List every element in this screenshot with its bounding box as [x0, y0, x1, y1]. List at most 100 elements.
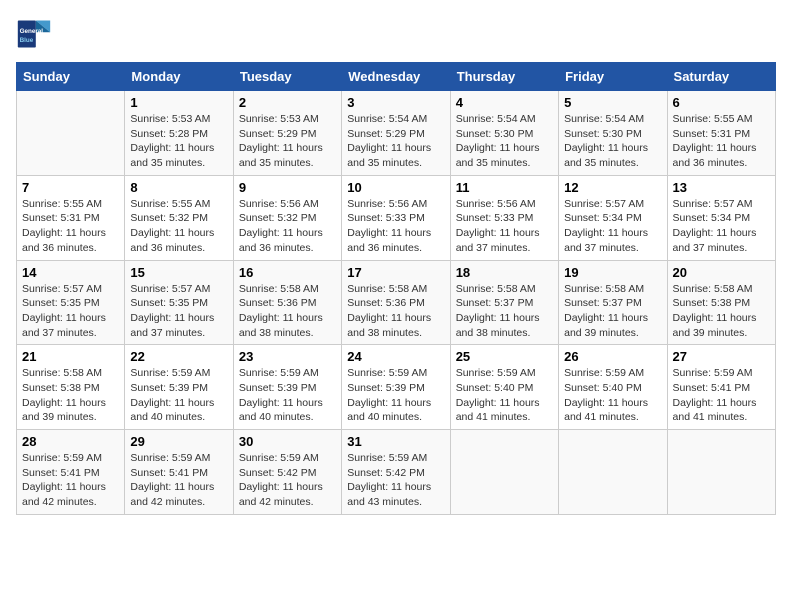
day-number: 27 [673, 349, 770, 364]
calendar-cell [667, 430, 775, 515]
page-header: General Blue [16, 16, 776, 52]
calendar-week-4: 21 Sunrise: 5:58 AM Sunset: 5:38 PM Dayli… [17, 345, 776, 430]
day-info: Sunrise: 5:58 AM Sunset: 5:37 PM Dayligh… [456, 282, 553, 341]
calendar-table: SundayMondayTuesdayWednesdayThursdayFrid… [16, 62, 776, 515]
calendar-cell: 11 Sunrise: 5:56 AM Sunset: 5:33 PM Dayli… [450, 175, 558, 260]
calendar-cell: 20 Sunrise: 5:58 AM Sunset: 5:38 PM Dayli… [667, 260, 775, 345]
day-number: 3 [347, 95, 444, 110]
day-info: Sunrise: 5:59 AM Sunset: 5:39 PM Dayligh… [239, 366, 336, 425]
calendar-week-3: 14 Sunrise: 5:57 AM Sunset: 5:35 PM Dayli… [17, 260, 776, 345]
day-number: 18 [456, 265, 553, 280]
calendar-cell: 10 Sunrise: 5:56 AM Sunset: 5:33 PM Dayli… [342, 175, 450, 260]
day-number: 16 [239, 265, 336, 280]
day-info: Sunrise: 5:55 AM Sunset: 5:31 PM Dayligh… [22, 197, 119, 256]
weekday-header-friday: Friday [559, 63, 667, 91]
weekday-header-saturday: Saturday [667, 63, 775, 91]
day-info: Sunrise: 5:57 AM Sunset: 5:34 PM Dayligh… [564, 197, 661, 256]
day-number: 6 [673, 95, 770, 110]
day-info: Sunrise: 5:56 AM Sunset: 5:32 PM Dayligh… [239, 197, 336, 256]
day-info: Sunrise: 5:59 AM Sunset: 5:39 PM Dayligh… [347, 366, 444, 425]
weekday-header-monday: Monday [125, 63, 233, 91]
day-number: 10 [347, 180, 444, 195]
day-number: 29 [130, 434, 227, 449]
day-number: 26 [564, 349, 661, 364]
day-info: Sunrise: 5:54 AM Sunset: 5:30 PM Dayligh… [456, 112, 553, 171]
day-number: 17 [347, 265, 444, 280]
day-number: 30 [239, 434, 336, 449]
day-info: Sunrise: 5:54 AM Sunset: 5:29 PM Dayligh… [347, 112, 444, 171]
calendar-cell [17, 91, 125, 176]
calendar-cell: 24 Sunrise: 5:59 AM Sunset: 5:39 PM Dayli… [342, 345, 450, 430]
calendar-cell: 3 Sunrise: 5:54 AM Sunset: 5:29 PM Daylig… [342, 91, 450, 176]
day-info: Sunrise: 5:55 AM Sunset: 5:32 PM Dayligh… [130, 197, 227, 256]
calendar-cell: 28 Sunrise: 5:59 AM Sunset: 5:41 PM Dayli… [17, 430, 125, 515]
day-info: Sunrise: 5:59 AM Sunset: 5:42 PM Dayligh… [239, 451, 336, 510]
day-info: Sunrise: 5:53 AM Sunset: 5:28 PM Dayligh… [130, 112, 227, 171]
day-info: Sunrise: 5:53 AM Sunset: 5:29 PM Dayligh… [239, 112, 336, 171]
calendar-header: SundayMondayTuesdayWednesdayThursdayFrid… [17, 63, 776, 91]
calendar-cell: 4 Sunrise: 5:54 AM Sunset: 5:30 PM Daylig… [450, 91, 558, 176]
day-info: Sunrise: 5:59 AM Sunset: 5:41 PM Dayligh… [130, 451, 227, 510]
day-info: Sunrise: 5:58 AM Sunset: 5:38 PM Dayligh… [22, 366, 119, 425]
calendar-cell: 31 Sunrise: 5:59 AM Sunset: 5:42 PM Dayli… [342, 430, 450, 515]
calendar-week-5: 28 Sunrise: 5:59 AM Sunset: 5:41 PM Dayli… [17, 430, 776, 515]
calendar-cell: 26 Sunrise: 5:59 AM Sunset: 5:40 PM Dayli… [559, 345, 667, 430]
day-number: 11 [456, 180, 553, 195]
calendar-cell: 29 Sunrise: 5:59 AM Sunset: 5:41 PM Dayli… [125, 430, 233, 515]
calendar-cell: 14 Sunrise: 5:57 AM Sunset: 5:35 PM Dayli… [17, 260, 125, 345]
calendar-cell: 25 Sunrise: 5:59 AM Sunset: 5:40 PM Dayli… [450, 345, 558, 430]
calendar-cell: 19Sunrise: 5:58 AM Sunset: 5:37 PM Dayli… [559, 260, 667, 345]
calendar-cell: 23 Sunrise: 5:59 AM Sunset: 5:39 PM Dayli… [233, 345, 341, 430]
calendar-week-1: 1Sunrise: 5:53 AM Sunset: 5:28 PM Daylig… [17, 91, 776, 176]
day-number: 24 [347, 349, 444, 364]
day-info: Sunrise: 5:57 AM Sunset: 5:35 PM Dayligh… [22, 282, 119, 341]
day-info: Sunrise: 5:55 AM Sunset: 5:31 PM Dayligh… [673, 112, 770, 171]
day-number: 20 [673, 265, 770, 280]
day-number: 14 [22, 265, 119, 280]
day-info: Sunrise: 5:57 AM Sunset: 5:35 PM Dayligh… [130, 282, 227, 341]
calendar-cell: 1Sunrise: 5:53 AM Sunset: 5:28 PM Daylig… [125, 91, 233, 176]
day-info: Sunrise: 5:59 AM Sunset: 5:41 PM Dayligh… [673, 366, 770, 425]
day-info: Sunrise: 5:56 AM Sunset: 5:33 PM Dayligh… [347, 197, 444, 256]
day-number: 15 [130, 265, 227, 280]
calendar-cell [559, 430, 667, 515]
day-number: 13 [673, 180, 770, 195]
calendar-cell: 6 Sunrise: 5:55 AM Sunset: 5:31 PM Daylig… [667, 91, 775, 176]
weekday-header-thursday: Thursday [450, 63, 558, 91]
calendar-cell: 17Sunrise: 5:58 AM Sunset: 5:36 PM Dayli… [342, 260, 450, 345]
calendar-cell: 8 Sunrise: 5:55 AM Sunset: 5:32 PM Daylig… [125, 175, 233, 260]
calendar-cell [450, 430, 558, 515]
day-info: Sunrise: 5:58 AM Sunset: 5:38 PM Dayligh… [673, 282, 770, 341]
calendar-cell: 22 Sunrise: 5:59 AM Sunset: 5:39 PM Dayli… [125, 345, 233, 430]
day-number: 31 [347, 434, 444, 449]
day-info: Sunrise: 5:59 AM Sunset: 5:42 PM Dayligh… [347, 451, 444, 510]
day-info: Sunrise: 5:56 AM Sunset: 5:33 PM Dayligh… [456, 197, 553, 256]
day-number: 8 [130, 180, 227, 195]
day-info: Sunrise: 5:59 AM Sunset: 5:41 PM Dayligh… [22, 451, 119, 510]
day-info: Sunrise: 5:59 AM Sunset: 5:39 PM Dayligh… [130, 366, 227, 425]
weekday-header-wednesday: Wednesday [342, 63, 450, 91]
day-number: 23 [239, 349, 336, 364]
day-number: 28 [22, 434, 119, 449]
calendar-cell: 15 Sunrise: 5:57 AM Sunset: 5:35 PM Dayli… [125, 260, 233, 345]
day-info: Sunrise: 5:59 AM Sunset: 5:40 PM Dayligh… [564, 366, 661, 425]
svg-text:Blue: Blue [20, 37, 34, 44]
day-number: 25 [456, 349, 553, 364]
day-info: Sunrise: 5:58 AM Sunset: 5:36 PM Dayligh… [239, 282, 336, 341]
calendar-cell: 12Sunrise: 5:57 AM Sunset: 5:34 PM Dayli… [559, 175, 667, 260]
calendar-cell: 18 Sunrise: 5:58 AM Sunset: 5:37 PM Dayli… [450, 260, 558, 345]
day-number: 22 [130, 349, 227, 364]
logo-icon: General Blue [16, 16, 52, 52]
day-number: 5 [564, 95, 661, 110]
calendar-cell: 5Sunrise: 5:54 AM Sunset: 5:30 PM Daylig… [559, 91, 667, 176]
day-number: 7 [22, 180, 119, 195]
calendar-cell: 16 Sunrise: 5:58 AM Sunset: 5:36 PM Dayli… [233, 260, 341, 345]
day-info: Sunrise: 5:59 AM Sunset: 5:40 PM Dayligh… [456, 366, 553, 425]
calendar-cell: 2Sunrise: 5:53 AM Sunset: 5:29 PM Daylig… [233, 91, 341, 176]
day-number: 9 [239, 180, 336, 195]
calendar-cell: 7 Sunrise: 5:55 AM Sunset: 5:31 PM Daylig… [17, 175, 125, 260]
day-number: 21 [22, 349, 119, 364]
calendar-cell: 27 Sunrise: 5:59 AM Sunset: 5:41 PM Dayli… [667, 345, 775, 430]
day-number: 4 [456, 95, 553, 110]
day-number: 19 [564, 265, 661, 280]
